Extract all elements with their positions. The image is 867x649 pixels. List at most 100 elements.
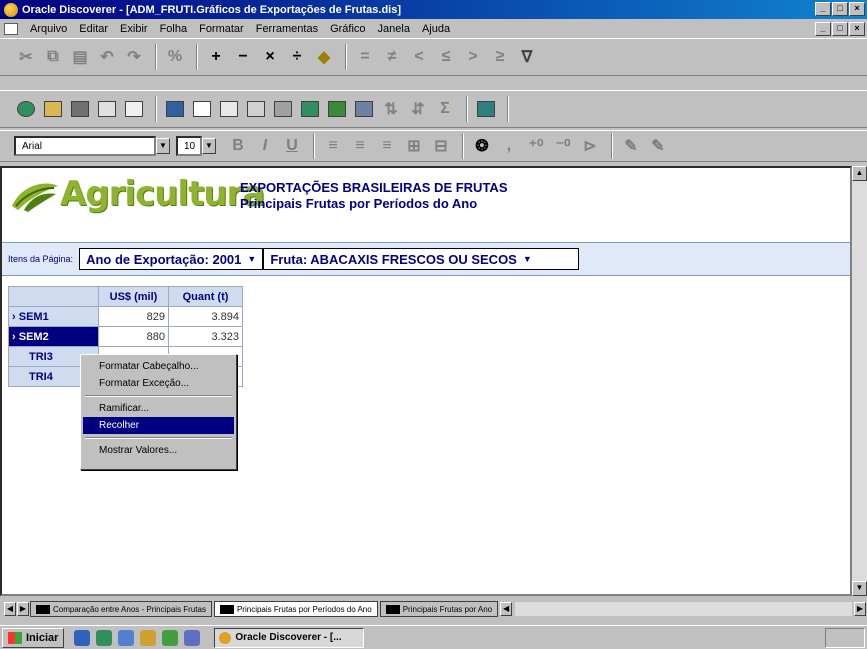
undo-icon[interactable]: ↶ xyxy=(95,45,119,69)
redo-icon[interactable]: ↷ xyxy=(122,45,146,69)
font-name-combo[interactable]: Arial xyxy=(14,136,156,156)
format-painter-icon[interactable]: ⊳ xyxy=(578,134,602,158)
minus-icon[interactable]: − xyxy=(231,45,255,69)
less-than-icon[interactable]: < xyxy=(407,45,431,69)
scroll-up-arrow-icon[interactable]: ▲ xyxy=(852,166,867,181)
crosstab-corner[interactable] xyxy=(8,286,99,307)
copy-icon[interactable]: ⧉ xyxy=(41,45,65,69)
doc-restore-button[interactable]: □ xyxy=(832,22,848,36)
quick-launch-icon[interactable] xyxy=(74,629,91,646)
vertical-scrollbar[interactable]: ▲ ▼ xyxy=(852,166,867,596)
currency-icon[interactable]: ❂ xyxy=(470,134,494,158)
print-preview-icon[interactable] xyxy=(122,97,146,121)
sheet-tab-comparacao[interactable]: Comparação entre Anos - Principais Fruta… xyxy=(30,601,212,617)
menu-drill[interactable]: Ramificar... xyxy=(83,400,234,417)
menu-exibir[interactable]: Exibir xyxy=(114,23,154,35)
table-layout-icon[interactable] xyxy=(190,97,214,121)
menu-format-heading[interactable]: Formatar Cabeçalho... xyxy=(83,358,234,375)
next-sheet-arrow-icon[interactable]: ▶ xyxy=(17,602,29,616)
multiply-icon[interactable]: × xyxy=(258,45,282,69)
crosstab-layout-icon[interactable] xyxy=(217,97,241,121)
graph-icon[interactable] xyxy=(325,97,349,121)
save-icon[interactable] xyxy=(68,97,92,121)
decrease-decimal-icon[interactable]: ⁻⁰ xyxy=(551,134,575,158)
quick-launch-icon[interactable] xyxy=(162,629,179,646)
column-header-usd[interactable]: US$ (mil) xyxy=(98,286,169,307)
plus-icon[interactable]: + xyxy=(204,45,228,69)
horizontal-scrollbar[interactable] xyxy=(515,602,852,616)
align-center-icon[interactable]: ≡ xyxy=(348,134,372,158)
align-right-icon[interactable]: ≡ xyxy=(375,134,399,158)
close-button[interactable]: × xyxy=(849,2,865,16)
italic-icon[interactable]: I xyxy=(253,134,277,158)
start-button[interactable]: Iniciar xyxy=(2,627,65,648)
page-detail-icon[interactable] xyxy=(244,97,268,121)
sort-ascending-icon[interactable]: ⇅ xyxy=(379,97,403,121)
scroll-down-arrow-icon[interactable]: ▼ xyxy=(852,581,867,596)
minimize-button[interactable]: _ xyxy=(815,2,831,16)
doc-minimize-button[interactable]: _ xyxy=(815,22,831,36)
refresh-icon[interactable] xyxy=(298,97,322,121)
less-equal-icon[interactable]: ≤ xyxy=(434,45,458,69)
font-size-dropdown-arrow[interactable]: ▼ xyxy=(202,138,216,154)
thousands-separator-icon[interactable]: , xyxy=(497,134,521,158)
cell-qty[interactable]: 3.894 xyxy=(168,306,243,327)
row-header-sem2[interactable]: › SEM2 xyxy=(8,326,99,347)
cell-qty[interactable]: 3.323 xyxy=(168,326,243,347)
font-size-combo[interactable]: 10 xyxy=(176,136,202,156)
totals-icon[interactable]: Σ xyxy=(433,97,457,121)
workbook-wizard-icon[interactable] xyxy=(14,97,38,121)
quick-launch-icon[interactable] xyxy=(118,629,135,646)
quick-launch-icon[interactable] xyxy=(96,629,113,646)
year-page-item-dropdown[interactable]: Ano de Exportação: 2001 ▼ xyxy=(79,248,264,270)
menu-show-values[interactable]: Mostrar Valores... xyxy=(83,442,234,459)
sort-descending-icon[interactable]: ⇵ xyxy=(406,97,430,121)
greater-equal-icon[interactable]: ≥ xyxy=(488,45,512,69)
cell-usd[interactable]: 880 xyxy=(98,326,169,347)
borders-icon[interactable]: ⊟ xyxy=(429,134,453,158)
filter-icon[interactable]: ∇ xyxy=(515,45,539,69)
exception-icon[interactable] xyxy=(474,97,498,121)
align-left-icon[interactable]: ≡ xyxy=(321,134,345,158)
menu-formatar[interactable]: Formatar xyxy=(193,23,250,35)
calculation-icon[interactable]: ◆ xyxy=(312,45,336,69)
menu-arquivo[interactable]: Arquivo xyxy=(24,23,73,35)
sheet-tab-por-ano[interactable]: Principais Frutas por Ano xyxy=(379,601,499,617)
font-name-dropdown-arrow[interactable]: ▼ xyxy=(156,138,170,154)
column-header-qty[interactable]: Quant (t) xyxy=(168,286,243,307)
menu-janela[interactable]: Janela xyxy=(372,23,416,35)
increase-decimal-icon[interactable]: ⁺⁰ xyxy=(524,134,548,158)
wrap-text-icon[interactable]: ⊞ xyxy=(402,134,426,158)
cell-usd[interactable]: 829 xyxy=(98,306,169,327)
scroll-tabs-left-arrow-icon[interactable]: ◀ xyxy=(500,602,513,616)
not-equals-icon[interactable]: ≠ xyxy=(380,45,404,69)
doc-close-button[interactable]: × xyxy=(849,22,865,36)
equals-icon[interactable]: = xyxy=(353,45,377,69)
menu-ajuda[interactable]: Ajuda xyxy=(416,23,456,35)
divide-icon[interactable]: ÷ xyxy=(285,45,309,69)
text-color-icon[interactable]: ✎ xyxy=(646,134,670,158)
percent-icon[interactable]: % xyxy=(163,45,187,69)
sheet-tab-periodos[interactable]: Principais Frutas por Períodos do Ano xyxy=(213,601,378,617)
menu-format-exception[interactable]: Formatar Exceção... xyxy=(83,375,234,392)
underline-icon[interactable]: U xyxy=(280,134,304,158)
greater-than-icon[interactable]: > xyxy=(461,45,485,69)
print-icon[interactable] xyxy=(95,97,119,121)
open-folder-icon[interactable] xyxy=(41,97,65,121)
scroll-tabs-right-arrow-icon[interactable]: ▶ xyxy=(854,602,866,616)
menu-editar[interactable]: Editar xyxy=(73,23,114,35)
sort-icon[interactable] xyxy=(352,97,376,121)
scissors-icon[interactable]: ✂ xyxy=(14,45,38,69)
menu-folha[interactable]: Folha xyxy=(154,23,194,35)
document-icon[interactable] xyxy=(4,22,18,35)
first-sheet-arrow-icon[interactable]: ◀ xyxy=(4,602,16,616)
menu-grafico[interactable]: Gráfico xyxy=(324,23,371,35)
background-color-icon[interactable]: ✎ xyxy=(619,134,643,158)
menu-collapse[interactable]: Recolher xyxy=(83,417,234,434)
paste-icon[interactable]: ▤ xyxy=(68,45,92,69)
edit-sheet-icon[interactable] xyxy=(163,97,187,121)
menu-ferramentas[interactable]: Ferramentas xyxy=(250,23,324,35)
quick-launch-icon[interactable] xyxy=(140,629,157,646)
fruit-page-item-dropdown[interactable]: Fruta: ABACAXIS FRESCOS OU SECOS ▼ xyxy=(263,248,580,270)
drill-icon[interactable] xyxy=(271,97,295,121)
